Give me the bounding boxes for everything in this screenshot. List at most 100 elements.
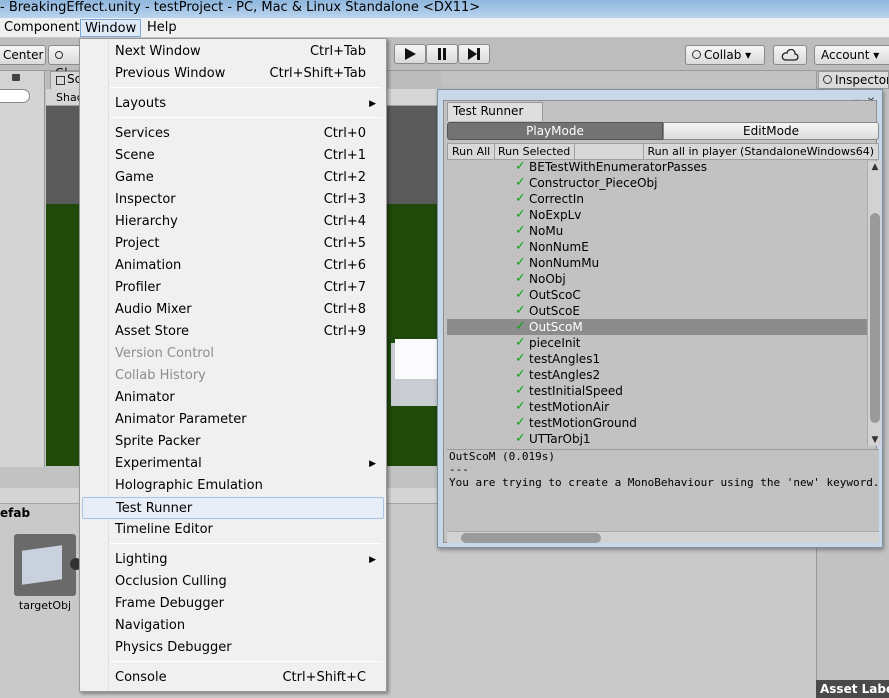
menu-item-console[interactable]: Console Ctrl+Shift+C <box>82 667 384 689</box>
pause-button[interactable] <box>426 44 458 64</box>
menu-item-layouts[interactable]: Layouts ▶ <box>82 93 384 115</box>
menu-item-version-control: Version Control <box>82 343 384 365</box>
test-name: NoObj <box>529 272 566 286</box>
menu-item-animator[interactable]: Animator <box>82 387 384 409</box>
test-name: testAngles2 <box>529 368 601 382</box>
run-all-in-player-button[interactable]: Run all in player (StandaloneWindows64) <box>642 144 878 159</box>
menu-item-shortcut: Ctrl+Shift+C <box>282 670 366 685</box>
cloud-button[interactable] <box>773 45 807 65</box>
scrollbar-thumb[interactable] <box>461 533 601 543</box>
menu-help[interactable]: Help <box>143 19 181 37</box>
menu-separator <box>110 661 382 662</box>
menu-item-profiler[interactable]: Profiler Ctrl+7 <box>82 277 384 299</box>
menu-item-holographic-emulation[interactable]: Holographic Emulation <box>82 475 384 497</box>
pass-check-icon: ✓ <box>515 287 526 302</box>
scroll-up-icon[interactable]: ▲ <box>868 161 882 173</box>
menu-item-navigation[interactable]: Navigation <box>82 615 384 637</box>
test-name: OutScoE <box>529 304 580 318</box>
pass-check-icon: ✓ <box>515 303 526 318</box>
menu-item-label: Timeline Editor <box>115 522 213 537</box>
menu-item-next-window[interactable]: Next Window Ctrl+Tab <box>82 41 384 63</box>
scrollbar-thumb[interactable] <box>870 213 880 423</box>
asset-thumbnail[interactable] <box>14 534 82 596</box>
test-list-scrollbar[interactable]: ▲ ▼ <box>867 161 881 446</box>
detail-line: OutScoM (0.019s) <box>449 450 555 463</box>
test-row[interactable]: ✓ UTTarObj1 <box>447 431 867 446</box>
test-row[interactable]: ✓ testAngles2 <box>447 367 867 383</box>
menu-item-experimental[interactable]: Experimental ▶ <box>82 453 384 475</box>
menu-item-label: Scene <box>115 148 155 163</box>
menu-item-asset-store[interactable]: Asset Store Ctrl+9 <box>82 321 384 343</box>
menu-item-project[interactable]: Project Ctrl+5 <box>82 233 384 255</box>
info-icon <box>823 75 832 84</box>
pass-check-icon: ✓ <box>515 335 526 350</box>
test-row[interactable]: ✓ NonNumMu <box>447 255 867 271</box>
asset-name[interactable]: targetObj <box>0 599 90 612</box>
menu-item-shortcut: Ctrl+0 <box>323 126 366 141</box>
test-row[interactable]: ✓ BETestWithEnumeratorPasses <box>447 161 867 175</box>
menu-item-animation[interactable]: Animation Ctrl+6 <box>82 255 384 277</box>
test-row[interactable]: ✓ OutScoC <box>447 287 867 303</box>
tab-test-runner[interactable]: Test Runner <box>447 102 543 121</box>
test-row[interactable]: ✓ pieceInit <box>447 335 867 351</box>
menu-item-frame-debugger[interactable]: Frame Debugger <box>82 593 384 615</box>
test-row[interactable]: ✓ Constructor_PieceObj <box>447 175 867 191</box>
test-name: NonNumE <box>529 240 589 254</box>
menu-item-label: Lighting <box>115 552 168 567</box>
menu-window[interactable]: Window <box>80 19 142 37</box>
test-name: testMotionAir <box>529 400 610 414</box>
account-button[interactable]: Account ▾ <box>814 45 889 65</box>
menu-item-previous-window[interactable]: Previous Window Ctrl+Shift+Tab <box>82 63 384 85</box>
test-row[interactable]: ✓ testAngles1 <box>447 351 867 367</box>
cloud-icon <box>781 48 799 61</box>
test-row[interactable]: ✓ NoExpLv <box>447 207 867 223</box>
menu-item-game[interactable]: Game Ctrl+2 <box>82 167 384 189</box>
detail-horizontal-scrollbar[interactable] <box>447 531 879 543</box>
test-row[interactable]: ✓ OutScoE <box>447 303 867 319</box>
menu-item-timeline-editor[interactable]: Timeline Editor <box>82 519 384 541</box>
menu-item-label: Animator <box>115 390 175 405</box>
run-all-button[interactable]: Run All <box>448 144 496 159</box>
menu-item-inspector[interactable]: Inspector Ctrl+3 <box>82 189 384 211</box>
menu-item-physics-debugger[interactable]: Physics Debugger <box>82 637 384 659</box>
test-row[interactable]: ✓ NoMu <box>447 223 867 239</box>
test-row[interactable]: ✓ testInitialSpeed <box>447 383 867 399</box>
menu-item-hierarchy[interactable]: Hierarchy Ctrl+4 <box>82 211 384 233</box>
menu-item-audio-mixer[interactable]: Audio Mixer Ctrl+8 <box>82 299 384 321</box>
detail-line: You are trying to create a MonoBehaviour… <box>449 476 879 489</box>
menu-item-shortcut: Ctrl+7 <box>323 280 366 295</box>
submenu-arrow-icon: ▶ <box>369 459 376 469</box>
scroll-down-icon[interactable]: ▼ <box>868 434 882 446</box>
menu-item-occlusion-culling[interactable]: Occlusion Culling <box>82 571 384 593</box>
test-row[interactable]: ✓ NoObj <box>447 271 867 287</box>
pivot-center-button[interactable]: Center <box>0 45 46 65</box>
menu-item-shortcut: Ctrl+2 <box>323 170 366 185</box>
menu-component[interactable]: Component <box>0 19 83 37</box>
pass-check-icon: ✓ <box>515 191 526 206</box>
playmode-button[interactable]: PlayMode <box>447 122 663 140</box>
hierarchy-search[interactable] <box>0 89 30 103</box>
test-row[interactable]: ✓ testMotionAir <box>447 399 867 415</box>
pass-check-icon: ✓ <box>515 255 526 270</box>
menu-item-scene[interactable]: Scene Ctrl+1 <box>82 145 384 167</box>
lock-icon[interactable] <box>12 74 20 81</box>
play-button[interactable] <box>394 44 426 64</box>
menu-item-lighting[interactable]: Lighting ▶ <box>82 549 384 571</box>
collab-button[interactable]: Collab ▾ <box>685 45 765 65</box>
menu-item-services[interactable]: Services Ctrl+0 <box>82 123 384 145</box>
menu-item-animator-parameter[interactable]: Animator Parameter <box>82 409 384 431</box>
test-name: BETestWithEnumeratorPasses <box>529 161 708 174</box>
menu-item-test-runner[interactable]: Test Runner <box>82 497 384 519</box>
test-row[interactable]: ✓ CorrectIn <box>447 191 867 207</box>
step-button[interactable] <box>458 44 490 64</box>
hierarchy-panel <box>0 71 45 467</box>
test-row[interactable]: ✓ testMotionGround <box>447 415 867 431</box>
pass-check-icon: ✓ <box>515 383 526 398</box>
tab-inspector[interactable]: Inspector <box>818 71 889 89</box>
test-row[interactable]: ✓ NonNumE <box>447 239 867 255</box>
test-row-selected[interactable]: ✓ OutScoM <box>447 319 867 335</box>
editmode-button[interactable]: EditMode <box>663 122 879 140</box>
run-selected-button[interactable]: Run Selected <box>494 144 576 159</box>
menu-item-sprite-packer[interactable]: Sprite Packer <box>82 431 384 453</box>
menu-separator <box>110 543 382 544</box>
